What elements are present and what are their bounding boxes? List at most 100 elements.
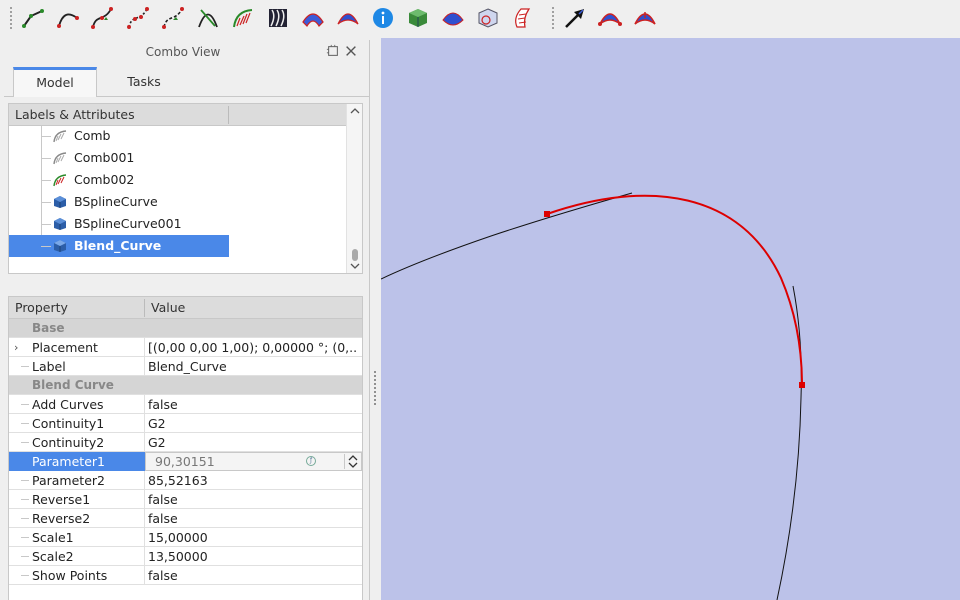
blend-curve[interactable]	[546, 194, 803, 386]
tree-scrollbar[interactable]	[346, 104, 362, 273]
property-value[interactable]: 85,52163	[148, 471, 358, 490]
bspline-cube-icon	[54, 196, 66, 208]
parameter1-spinbox[interactable]: 90,30151 ƒ	[145, 452, 362, 471]
property-group-label: Blend Curve	[32, 378, 114, 392]
line-tool-button[interactable]	[19, 4, 47, 32]
property-group-label: Base	[32, 321, 65, 335]
tree-item-label: BSplineCurve	[74, 194, 158, 209]
3d-viewport[interactable]	[381, 38, 960, 600]
viewport-canvas[interactable]	[381, 38, 960, 600]
expression-icon[interactable]: ƒ	[306, 456, 316, 466]
property-value[interactable]: G2	[148, 414, 358, 433]
surface-tool-button[interactable]	[299, 4, 327, 32]
undock-button[interactable]	[325, 44, 341, 60]
isocurve-tool-button[interactable]	[474, 4, 502, 32]
surface-icon	[302, 13, 324, 27]
curve-interpolate-tool-button[interactable]	[88, 4, 116, 32]
spin-arrows-icon[interactable]	[344, 454, 360, 469]
surface-red-icon	[598, 13, 622, 26]
tree-header: Labels & Attributes	[9, 104, 347, 126]
scroll-down-icon[interactable]	[350, 261, 360, 271]
property-row[interactable]: Scale1 15,00000	[9, 528, 362, 547]
property-group[interactable]: Blend Curve	[9, 376, 362, 395]
tab-tasks[interactable]: Tasks	[104, 67, 184, 97]
comb-tool-button[interactable]	[229, 4, 257, 32]
tree-header-label[interactable]: Labels & Attributes	[15, 104, 135, 126]
property-name: Reverse1	[32, 492, 91, 507]
property-value[interactable]: [(0,00 0,00 1,00); 0,00000 °; (0,...	[148, 338, 358, 357]
property-value[interactable]: 15,00000	[148, 528, 358, 547]
property-editor: Property Value Base › Placement [(0,00 0…	[8, 296, 363, 600]
property-row[interactable]: Continuity1 G2	[9, 414, 362, 433]
property-value[interactable]: Blend_Curve	[148, 357, 358, 376]
surface-patch-icon	[442, 12, 464, 26]
property-group[interactable]: Base	[9, 319, 362, 338]
property-value[interactable]: G2	[148, 433, 358, 452]
property-value[interactable]: false	[148, 509, 358, 528]
expand-chevron-icon[interactable]: ›	[14, 338, 18, 357]
property-row[interactable]: Reverse2 false	[9, 509, 362, 528]
blend-curve-cube-icon	[54, 240, 66, 252]
blend-surface-tool-button[interactable]	[334, 4, 362, 32]
close-icon	[346, 46, 356, 56]
property-name: Scale2	[32, 549, 74, 564]
panel-splitter-handle[interactable]	[373, 370, 377, 406]
property-name: Parameter2	[32, 473, 105, 488]
property-value[interactable]: false	[148, 395, 358, 414]
property-name: Placement	[32, 340, 98, 355]
tree-item-label: Blend_Curve	[74, 238, 162, 253]
ruled-surface-icon	[515, 8, 531, 28]
spinbox-value[interactable]: 90,30151	[155, 453, 215, 470]
property-row[interactable]: Add Curves false	[9, 395, 362, 414]
solid-box-tool-button[interactable]	[404, 4, 432, 32]
tree-item[interactable]: BSplineCurve	[9, 191, 229, 213]
tree-item[interactable]: BSplineCurve001	[9, 213, 229, 235]
property-value[interactable]: false	[148, 566, 358, 585]
combo-view-panel: Combo View Model Tasks Labels & Attribut…	[0, 40, 370, 600]
curve-approx-tool-button[interactable]	[159, 4, 187, 32]
pointer-tool-button[interactable]	[561, 4, 589, 32]
tree-item-label: BSplineCurve001	[74, 216, 182, 231]
blend-endpoint-2[interactable]	[799, 382, 805, 388]
property-row[interactable]: Parameter2 85,52163	[9, 471, 362, 490]
intersection-tool-button[interactable]	[194, 4, 222, 32]
property-row[interactable]: Scale2 13,50000	[9, 547, 362, 566]
property-row-selected[interactable]: Parameter1 90,30151 ƒ	[9, 452, 362, 471]
info-tool-button[interactable]	[369, 4, 397, 32]
scroll-thumb[interactable]	[352, 249, 358, 261]
property-value[interactable]: 13,50000	[148, 547, 358, 566]
toolbar-grip-2[interactable]	[551, 6, 555, 30]
property-column-header[interactable]: Property	[15, 297, 68, 319]
property-row[interactable]: Show Points false	[9, 566, 362, 585]
close-panel-button[interactable]	[343, 44, 359, 60]
tree-item[interactable]: Comb001	[9, 147, 229, 169]
curve-arc-tool-button[interactable]	[54, 4, 82, 32]
property-value[interactable]: false	[148, 490, 358, 509]
surface-patch-tool-button[interactable]	[439, 4, 467, 32]
tree-item[interactable]: Comb002	[9, 169, 229, 191]
ruled-surface-tool-button[interactable]	[509, 4, 537, 32]
property-row[interactable]: Label Blend_Curve	[9, 357, 362, 376]
property-row[interactable]: › Placement [(0,00 0,00 1,00); 0,00000 °…	[9, 338, 362, 357]
property-row[interactable]: Continuity2 G2	[9, 433, 362, 452]
toolbar-grip[interactable]	[9, 6, 13, 30]
property-row[interactable]: Reverse1 false	[9, 490, 362, 509]
value-column-header[interactable]: Value	[151, 297, 185, 319]
intersection-icon	[198, 9, 218, 28]
undock-icon	[326, 44, 338, 56]
comb-icon	[233, 9, 253, 28]
curve-arc-icon	[57, 13, 79, 28]
zebra-tool-button[interactable]	[264, 4, 292, 32]
tab-model[interactable]: Model	[13, 67, 97, 97]
tree-item[interactable]: Comb	[9, 125, 229, 147]
surface-red2-icon	[634, 12, 656, 25]
curve-points-tool-button[interactable]	[124, 4, 152, 32]
tree-item-selected[interactable]: Blend_Curve	[9, 235, 229, 257]
surface-red-tool-button[interactable]	[596, 4, 624, 32]
scroll-up-icon[interactable]	[350, 106, 360, 116]
blend-surface-icon	[337, 13, 359, 25]
surface-red2-tool-button[interactable]	[631, 4, 659, 32]
property-name: Reverse2	[32, 511, 91, 526]
blend-endpoint-1[interactable]	[544, 211, 550, 217]
bspline-curve-1[interactable]	[381, 192, 633, 280]
